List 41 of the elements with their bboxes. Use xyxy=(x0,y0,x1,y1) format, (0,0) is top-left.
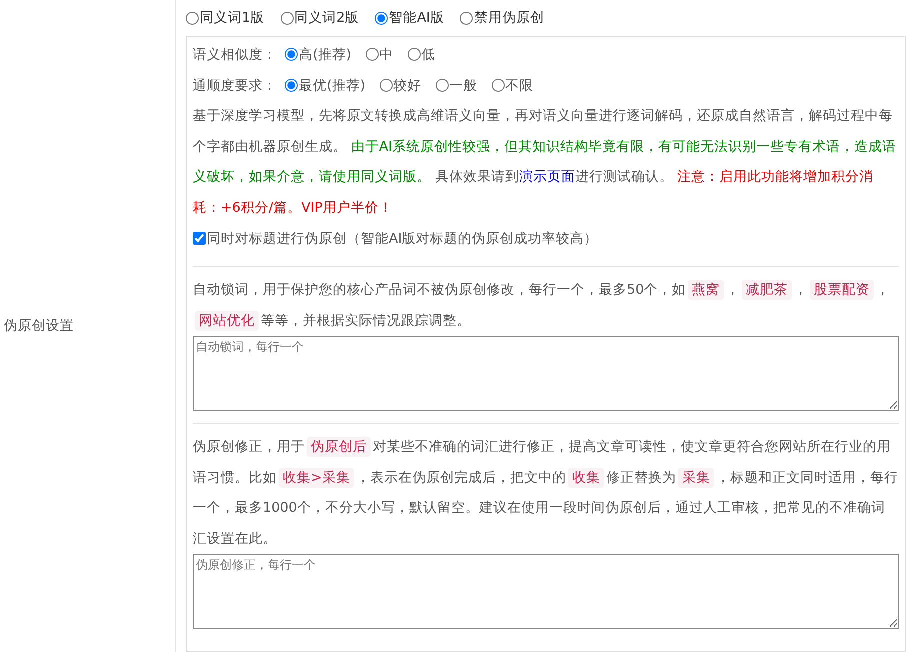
radio-button[interactable] xyxy=(285,79,298,92)
radio-label: 最优(推荐) xyxy=(299,76,366,94)
keyword-tag: 收集 xyxy=(568,468,604,488)
radio-button[interactable] xyxy=(285,48,298,61)
radio-label: 较好 xyxy=(394,76,422,94)
keyword-tag: 伪原创后 xyxy=(307,437,371,457)
radio-button[interactable] xyxy=(186,12,199,24)
lock-words-field[interactable]: 自动锁词，每行一个 xyxy=(193,336,899,411)
keyword-tag: 收集>采集 xyxy=(279,468,354,488)
radio-label: 同义词1版 xyxy=(200,9,265,27)
radio-label: 低 xyxy=(422,46,436,64)
radio-button[interactable] xyxy=(460,12,474,24)
setting-label: 语义相似度： xyxy=(193,46,277,64)
radio-label: 不限 xyxy=(506,76,534,94)
correction-field[interactable]: 伪原创修正，每行一个 xyxy=(193,554,899,629)
radio-button[interactable] xyxy=(380,79,393,92)
setting-label: 通顺度要求： xyxy=(193,76,277,94)
demo-page-link[interactable]: 演示页面 xyxy=(519,169,576,185)
keyword-tag: 股票配资 xyxy=(810,280,874,300)
radio-label: 禁用伪原创 xyxy=(474,9,544,27)
description-text: 基于深度学习模型，先将原文转换成高维语义向量，再对语义向量进行逐词解码，还原成自然语言，解码过程中每个字都由机器原创生成。 由于AI系统原创性较强，但其知识结构毕竟有限，有可能无法识别一些专有术语，造成语义破坏，如果介意，请使用同义词版。 具体效果请到演示页面进行测试确认。 注意：启用此功能将增加积分消耗：+6积分/篇。VIP用户半价！ xyxy=(193,107,898,218)
radio-button[interactable] xyxy=(366,48,379,61)
radio-label: 高(推荐) xyxy=(299,46,352,64)
radio-label: 中 xyxy=(380,46,394,64)
keyword-tag: 减肥茶 xyxy=(742,280,792,300)
radio-button[interactable] xyxy=(375,12,388,24)
keyword-tag: 采集 xyxy=(678,468,714,488)
checkbox[interactable] xyxy=(193,232,206,245)
radio-label: 一般 xyxy=(450,76,478,94)
radio-label: 同义词2版 xyxy=(294,9,360,27)
description-text: 伪原创修正，用于 伪原创后 对某些不准确的词汇进行修正，提高文章可读性，使文章更符合您网站所在行业的用语习惯。比如 收集>采集 ，表示在伪原创完成后，把文中的 收集 修正替换为 采集 ，标题和正文同时适用，每行一个，最多1000个，不分大小写，默认留空。建议在使用一段时间伪原创后，通过人工审核，把常见的不准确词汇设置在此。 xyxy=(193,436,899,548)
checkbox-label: 同时对标题进行伪原创（智能AI版对标题的伪原创成功率较高） xyxy=(207,230,598,248)
keyword-tag: 燕窝 xyxy=(688,280,724,300)
radio-label: 智能AI版 xyxy=(389,9,444,27)
radio-button[interactable] xyxy=(492,79,505,92)
keyword-tag: 网站优化 xyxy=(195,310,259,330)
radio-button[interactable] xyxy=(280,12,294,24)
radio-button[interactable] xyxy=(436,79,449,92)
form-label: 伪原创设置 xyxy=(4,317,74,335)
description-text: 自动锁词，用于保护您的核心产品词不被伪原创修改，每行一个，最多50个，如 燕窝 ， 减肥茶 ， 股票配资 ， 网站优化 等等，并根据实际情况跟踪调整。 xyxy=(193,279,892,332)
radio-button[interactable] xyxy=(408,48,421,61)
